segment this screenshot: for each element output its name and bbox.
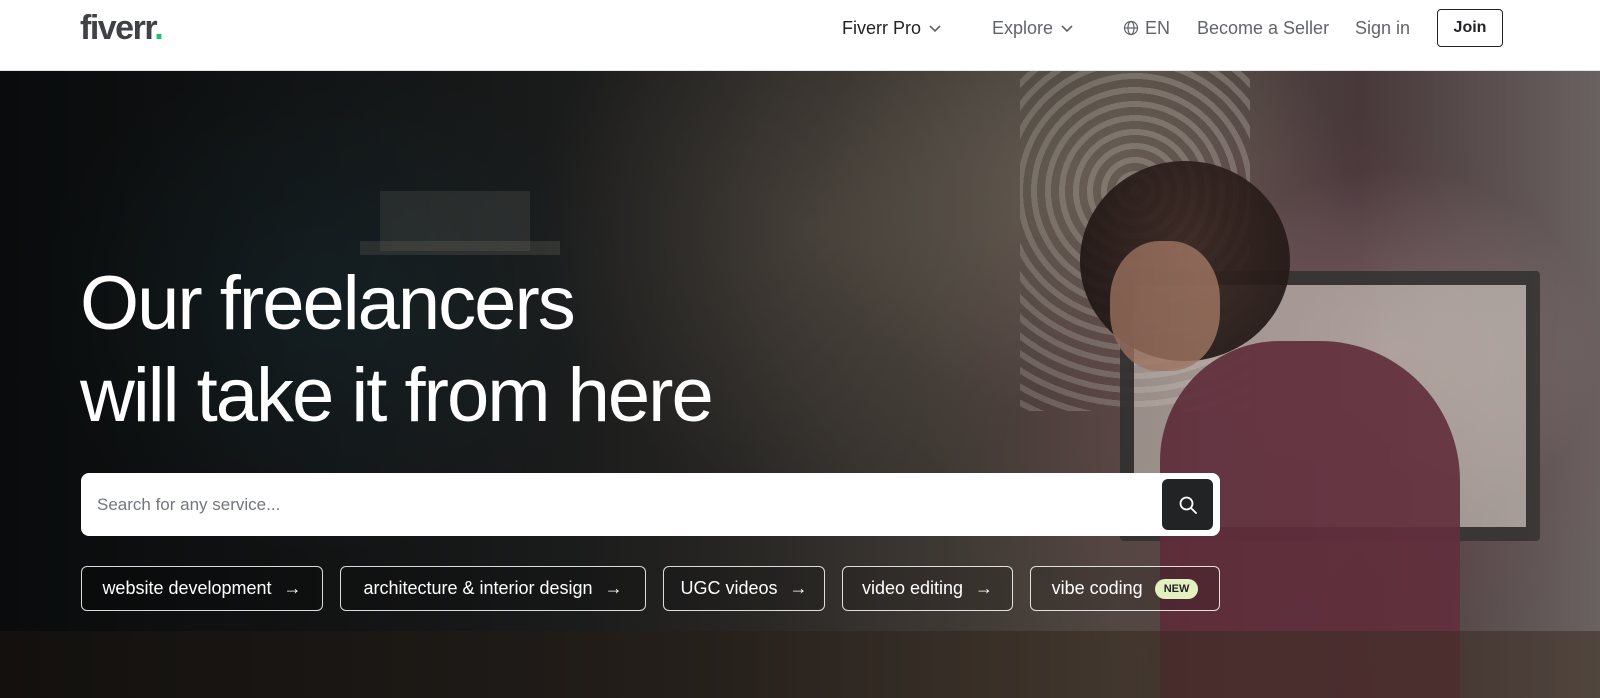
explore-label: Explore	[992, 18, 1054, 38]
become-seller-label: Become a Seller	[1197, 18, 1330, 38]
pill-website-development[interactable]: website development →	[81, 566, 323, 611]
arrow-right-icon: →	[789, 578, 808, 598]
fiverr-pro-label: Fiverr Pro	[842, 18, 922, 38]
pill-label: UGC videos	[680, 578, 778, 598]
arrow-right-icon: →	[283, 578, 302, 598]
headline-line-2: will take it from here	[80, 353, 714, 438]
pill-video-editing[interactable]: video editing →	[842, 566, 1013, 611]
pill-architecture-interior-design[interactable]: architecture & interior design →	[340, 566, 646, 611]
join-button[interactable]: Join	[1437, 9, 1503, 47]
fiverr-pro-menu[interactable]: Fiverr Pro	[842, 16, 943, 40]
chevron-down-icon	[1061, 25, 1073, 33]
new-badge: NEW	[1154, 578, 1199, 599]
pill-label: architecture & interior design	[363, 578, 593, 598]
pill-label: video editing	[861, 578, 964, 598]
pill-ugc-videos[interactable]: UGC videos →	[663, 566, 825, 611]
search-icon	[1179, 496, 1197, 514]
search-bar	[81, 473, 1220, 536]
pill-label: vibe coding	[1051, 578, 1143, 598]
headline-line-1: Our freelancers	[80, 261, 576, 346]
sign-in-link[interactable]: Sign in	[1355, 16, 1410, 40]
language-label: EN	[1145, 18, 1171, 38]
language-selector[interactable]: EN	[1123, 16, 1170, 40]
arrow-right-icon: →	[604, 578, 623, 598]
search-button[interactable]	[1162, 479, 1213, 530]
fiverr-logo[interactable]: fiverr.	[80, 8, 164, 48]
explore-menu[interactable]: Explore	[992, 16, 1075, 40]
pill-label: website development	[102, 578, 272, 598]
arrow-right-icon: →	[975, 578, 994, 598]
pill-vibe-coding[interactable]: vibe coding NEW	[1030, 566, 1220, 611]
chevron-down-icon	[929, 25, 941, 33]
hero-headline: Our freelancers will take it from here	[80, 258, 980, 442]
globe-icon	[1123, 20, 1139, 36]
logo-dot: .	[154, 9, 163, 47]
search-input[interactable]	[97, 473, 1137, 536]
top-navigation-bar: fiverr. Fiverr Pro Explore EN Become a S…	[0, 0, 1600, 71]
logo-text: fiverr	[80, 9, 156, 47]
become-seller-link[interactable]: Become a Seller	[1197, 16, 1329, 40]
sign-in-label: Sign in	[1355, 18, 1411, 38]
